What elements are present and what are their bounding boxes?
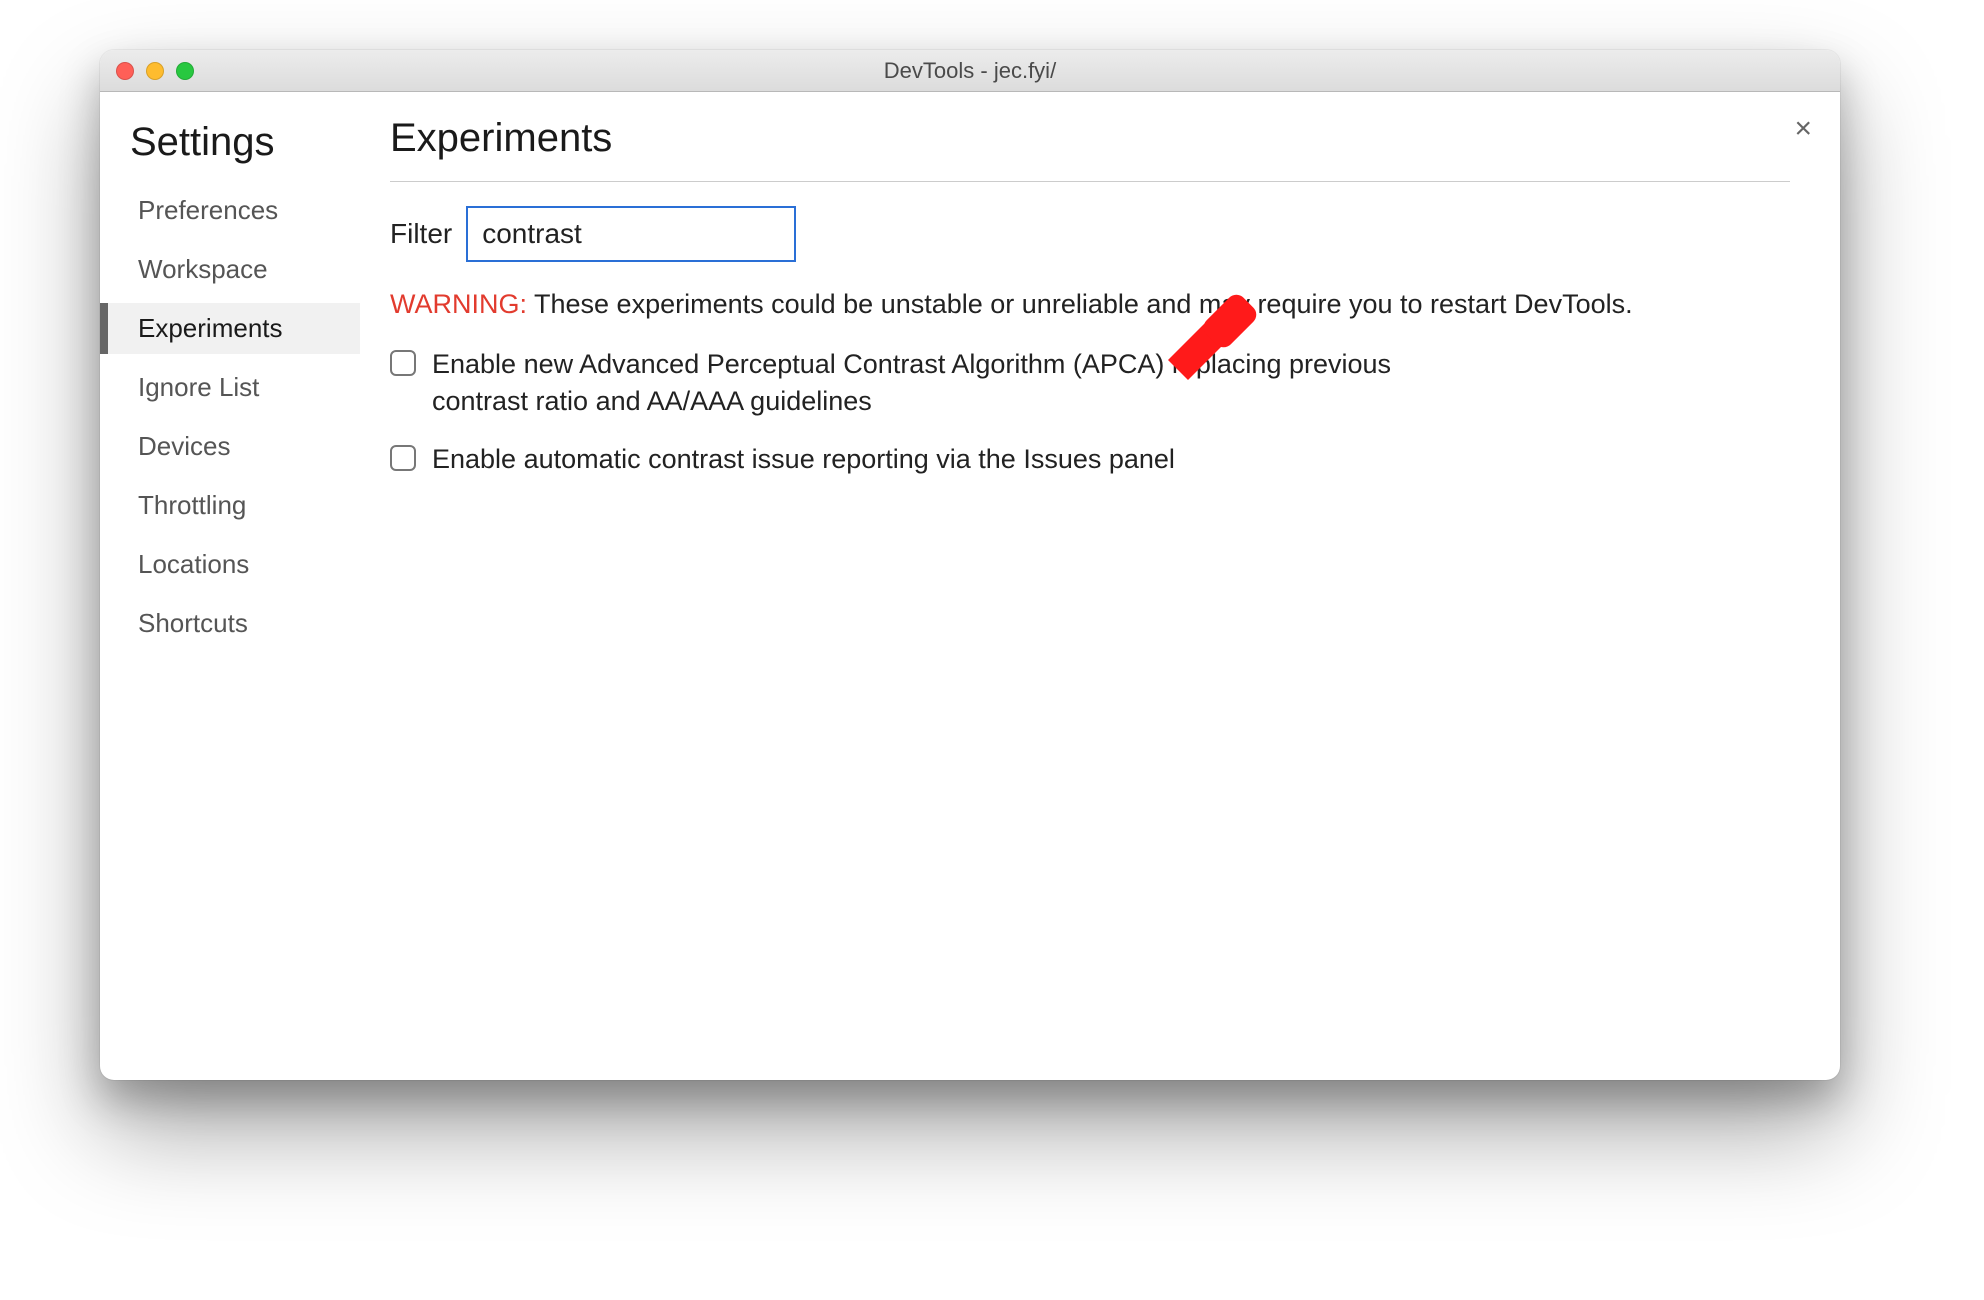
experiment-row: Enable automatic contrast issue reportin… xyxy=(390,441,1470,477)
experiment-row: Enable new Advanced Perceptual Contrast … xyxy=(390,346,1470,419)
window-zoom-dot[interactable] xyxy=(176,62,194,80)
experiment-checkbox[interactable] xyxy=(390,445,416,471)
experiments-warning: WARNING: These experiments could be unst… xyxy=(390,286,1790,322)
devtools-window: DevTools - jec.fyi/ × Settings Preferenc… xyxy=(100,50,1840,1080)
titlebar: DevTools - jec.fyi/ xyxy=(100,50,1840,92)
window-title: DevTools - jec.fyi/ xyxy=(100,58,1840,84)
sidebar-item-shortcuts[interactable]: Shortcuts xyxy=(100,598,360,649)
filter-label: Filter xyxy=(390,218,452,250)
filter-input[interactable] xyxy=(466,206,796,262)
sidebar-item-preferences[interactable]: Preferences xyxy=(100,185,360,236)
filter-row: Filter xyxy=(390,206,1790,262)
sidebar-item-locations[interactable]: Locations xyxy=(100,539,360,590)
experiment-label[interactable]: Enable new Advanced Perceptual Contrast … xyxy=(432,346,1470,419)
sidebar-item-experiments[interactable]: Experiments xyxy=(100,303,360,354)
warning-tag: WARNING: xyxy=(390,289,527,319)
window-minimize-dot[interactable] xyxy=(146,62,164,80)
warning-text: These experiments could be unstable or u… xyxy=(534,289,1633,319)
sidebar-item-ignore-list[interactable]: Ignore List xyxy=(100,362,360,413)
experiment-checkbox[interactable] xyxy=(390,350,416,376)
traffic-lights xyxy=(100,62,194,80)
main-heading: Experiments xyxy=(390,116,1790,181)
settings-sidebar: Settings Preferences Workspace Experimen… xyxy=(100,92,360,1080)
settings-main: Experiments Filter WARNING: These experi… xyxy=(360,92,1840,1080)
sidebar-heading: Settings xyxy=(100,116,360,185)
window-close-dot[interactable] xyxy=(116,62,134,80)
sidebar-item-throttling[interactable]: Throttling xyxy=(100,480,360,531)
sidebar-item-devices[interactable]: Devices xyxy=(100,421,360,472)
divider xyxy=(390,181,1790,182)
experiment-label[interactable]: Enable automatic contrast issue reportin… xyxy=(432,441,1175,477)
settings-panel: × Settings Preferences Workspace Experim… xyxy=(100,92,1840,1080)
sidebar-item-workspace[interactable]: Workspace xyxy=(100,244,360,295)
